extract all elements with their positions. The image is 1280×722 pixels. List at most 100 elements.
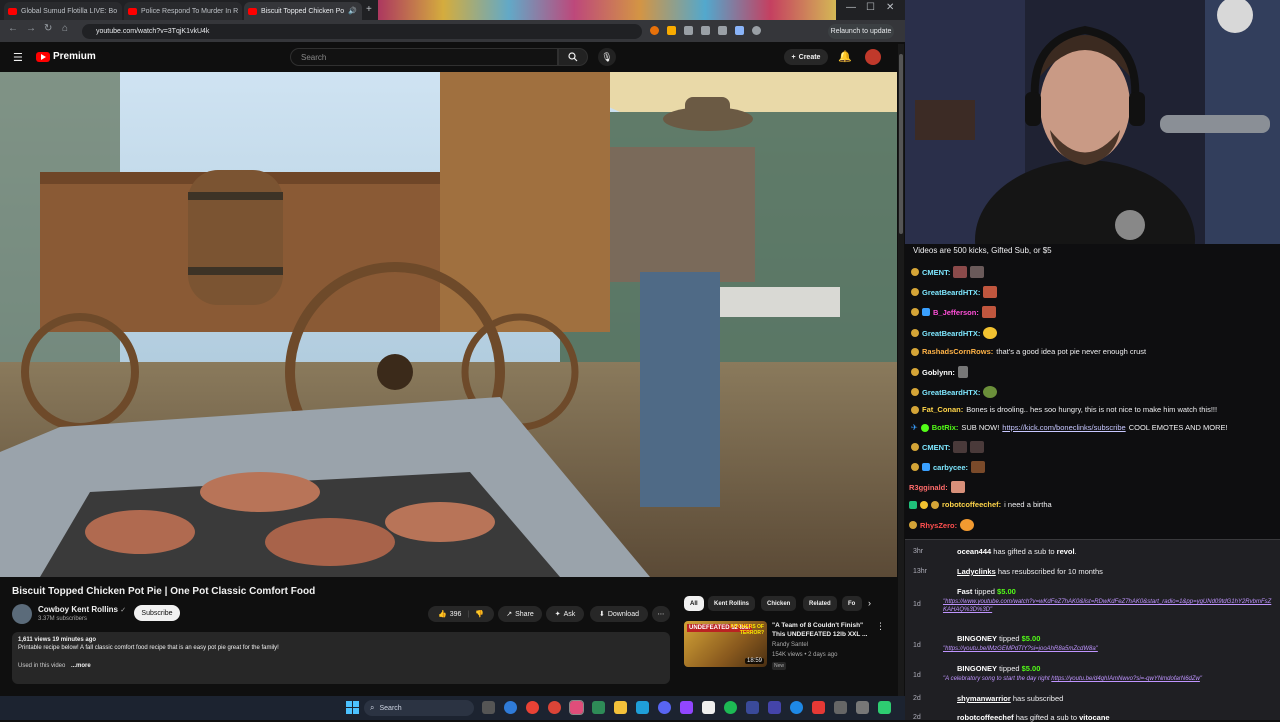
- more-vertical-icon[interactable]: ⋮: [876, 621, 885, 632]
- related-channel-name[interactable]: Randy Santel: [772, 642, 808, 648]
- chat-username[interactable]: Goblynn:: [922, 368, 955, 377]
- event-user[interactable]: ocean444: [957, 547, 991, 556]
- menu-icon[interactable]: ☰: [13, 51, 23, 64]
- related-video-thumbnail[interactable]: UNDEFEATED 12 lbs! PITCHERS OF TERROR? 1…: [684, 621, 767, 667]
- scrollbar-thumb[interactable]: [899, 54, 903, 234]
- close-tab-icon[interactable]: ✕: [361, 7, 362, 16]
- chip-for-you[interactable]: Fo: [842, 596, 862, 611]
- chat-username[interactable]: Fat_Conan:: [922, 405, 963, 414]
- relaunch-button[interactable]: Relaunch to update: [828, 24, 894, 39]
- app-icon[interactable]: [636, 701, 649, 714]
- speaker-icon[interactable]: 🔊: [348, 7, 357, 15]
- thumbs-up-icon[interactable]: 👍: [438, 610, 447, 618]
- more-actions-button[interactable]: ⋯: [652, 606, 670, 622]
- browser-tab-3-active[interactable]: Biscuit Topped Chicken Po 🔊 ✕: [244, 2, 362, 20]
- extension-icon[interactable]: [684, 26, 693, 35]
- app-icon[interactable]: [746, 701, 759, 714]
- minimize-icon[interactable]: —: [846, 2, 856, 13]
- chip-kent-rollins[interactable]: Kent Rollins: [708, 596, 756, 611]
- chat-username[interactable]: CMENT:: [922, 268, 950, 277]
- chat-username[interactable]: R3gginald:: [909, 483, 948, 492]
- event-user[interactable]: BINGONEY: [957, 634, 997, 643]
- browser-tab-2[interactable]: Police Respond To Murder In R ✕: [124, 2, 242, 20]
- discord-icon[interactable]: [658, 701, 671, 714]
- event-user[interactable]: BINGONEY: [957, 664, 997, 673]
- account-avatar[interactable]: [865, 49, 881, 65]
- app-icon[interactable]: [856, 701, 869, 714]
- search-input[interactable]: Search: [290, 48, 558, 66]
- copilot-icon[interactable]: [504, 701, 517, 714]
- chat-username[interactable]: GreatBeardHTX:: [922, 288, 980, 297]
- chat-username[interactable]: B_Jefferson:: [933, 308, 979, 317]
- browser-tab-1[interactable]: Global Sumud Flotilla LIVE: Bo ✕: [4, 2, 122, 20]
- event-user[interactable]: shymanwarrior: [957, 694, 1011, 703]
- maximize-icon[interactable]: ☐: [866, 2, 875, 13]
- channel-name[interactable]: Cowboy Kent Rollins ✓: [38, 605, 126, 614]
- extension-icon[interactable]: [701, 26, 710, 35]
- youtube-premium-logo[interactable]: Premium: [36, 51, 96, 62]
- chat-link[interactable]: https://kick.com/boneclinks/subscribe: [1002, 423, 1125, 432]
- close-tab-icon[interactable]: ✕: [121, 7, 122, 16]
- chip-all[interactable]: All: [684, 596, 704, 611]
- download-button[interactable]: ⬇ Download: [590, 606, 648, 622]
- create-button[interactable]: + Create: [784, 49, 828, 65]
- app-icon[interactable]: [592, 701, 605, 714]
- notifications-bell-icon[interactable]: 🔔: [838, 50, 852, 63]
- app-icon[interactable]: [680, 701, 693, 714]
- app-icon[interactable]: [812, 701, 825, 714]
- more-link[interactable]: ...more: [71, 663, 91, 669]
- tip-message-link[interactable]: "https://youtu.be/lMzGEMPdTIY?si=jooAhR8…: [943, 646, 1098, 652]
- address-bar[interactable]: youtube.com/watch?v=3TqjK1vkU4k: [82, 24, 642, 39]
- video-player[interactable]: [0, 72, 897, 577]
- chat-username[interactable]: RashadsCornRows:: [922, 347, 993, 356]
- like-dislike-group[interactable]: 👍 396 | 👎: [428, 606, 494, 622]
- chat-username[interactable]: robotcoffeechef:: [942, 500, 1001, 509]
- file-explorer-icon[interactable]: [614, 701, 627, 714]
- ask-button[interactable]: ✦ Ask: [546, 606, 584, 622]
- chat-username[interactable]: carbycee:: [933, 463, 968, 472]
- extension-icon[interactable]: [667, 26, 676, 35]
- tip-message-link[interactable]: https://youtu.be/d4ghIAmNwvo?si=-qwYNmdo…: [1051, 676, 1200, 682]
- event-user[interactable]: robotcoffeechef: [957, 713, 1014, 722]
- extension-icon[interactable]: [650, 26, 659, 35]
- chevron-right-icon[interactable]: ›: [868, 598, 871, 608]
- channel-avatar[interactable]: [12, 604, 32, 624]
- description-box[interactable]: 1,611 views 19 minutes ago Printable rec…: [12, 632, 670, 684]
- spotify-icon[interactable]: [724, 701, 737, 714]
- app-icon[interactable]: [569, 700, 584, 715]
- profile-icon[interactable]: [752, 26, 761, 35]
- chrome-icon[interactable]: [526, 701, 539, 714]
- share-button[interactable]: ↗ Share: [498, 606, 542, 622]
- related-video-title[interactable]: "A Team of 8 Couldn't Finish" This UNDEF…: [772, 621, 872, 639]
- event-target-user[interactable]: revol: [1057, 547, 1075, 556]
- app-icon[interactable]: [878, 701, 891, 714]
- forward-icon[interactable]: →: [26, 23, 36, 34]
- app-icon[interactable]: [834, 701, 847, 714]
- event-target-user[interactable]: vitocane: [1079, 713, 1109, 722]
- event-user[interactable]: Ladyclinks: [957, 567, 996, 576]
- chat-username[interactable]: GreatBeardHTX:: [922, 388, 980, 397]
- event-user[interactable]: Fast: [957, 587, 972, 596]
- home-icon[interactable]: ⌂: [62, 23, 68, 34]
- app-icon[interactable]: [768, 701, 781, 714]
- reload-icon[interactable]: ↻: [44, 23, 52, 34]
- taskbar-search[interactable]: ⌕ Search: [364, 700, 474, 716]
- app-icon[interactable]: [790, 701, 803, 714]
- voice-search-button[interactable]: 🎙: [598, 48, 616, 66]
- chip-chicken[interactable]: Chicken: [761, 596, 797, 611]
- scrollbar[interactable]: [898, 44, 904, 696]
- extension-icon[interactable]: [735, 26, 744, 35]
- back-icon[interactable]: ←: [8, 23, 18, 34]
- subscribe-button[interactable]: Subscribe: [134, 605, 180, 621]
- chat-username[interactable]: RhysZero:: [920, 521, 957, 530]
- extension-icon[interactable]: [718, 26, 727, 35]
- task-view-icon[interactable]: [482, 701, 495, 714]
- chrome-profile-icon[interactable]: [548, 701, 561, 714]
- chip-related[interactable]: Related: [803, 596, 837, 611]
- app-icon[interactable]: [702, 701, 715, 714]
- search-button[interactable]: [558, 48, 588, 66]
- window-close-icon[interactable]: ✕: [886, 2, 894, 13]
- chat-username[interactable]: GreatBeardHTX:: [922, 329, 980, 338]
- thumbs-down-icon[interactable]: 👎: [475, 610, 484, 618]
- tip-message-link[interactable]: "https://www.youtube.com/watch?v=wKdFeZ7…: [943, 598, 1273, 614]
